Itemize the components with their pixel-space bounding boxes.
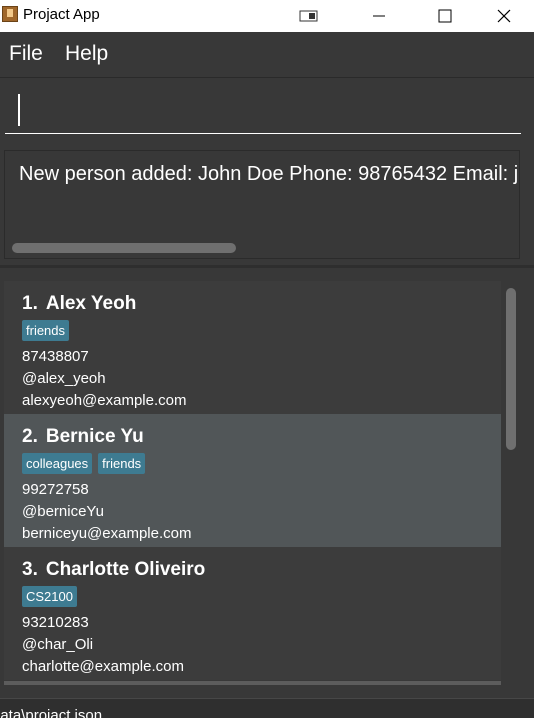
menu-file[interactable]: File: [9, 42, 43, 66]
person-handle: @berniceYu: [22, 503, 104, 520]
result-display: New person added: John Doe Phone: 987654…: [4, 150, 520, 259]
window-title: Projact App: [23, 6, 100, 23]
person-name-row: 1. Alex Yeoh: [22, 291, 501, 317]
person-index: 1.: [22, 293, 38, 314]
close-button[interactable]: [481, 0, 527, 32]
minimize-button[interactable]: [356, 0, 402, 32]
menu-bar: File Help: [0, 32, 534, 77]
snap-layout-icon: [299, 10, 318, 22]
tag: colleagues: [22, 453, 93, 474]
result-horizontal-scrollbar[interactable]: [12, 243, 236, 253]
tag: friends: [22, 320, 70, 341]
person-name: Bernice Yu: [45, 426, 144, 447]
person-name: Alex Yeoh: [45, 293, 137, 314]
close-icon: [497, 9, 511, 23]
command-input[interactable]: [5, 90, 521, 134]
person-phone: 99272758: [22, 481, 89, 498]
person-phone: 87438807: [22, 348, 89, 365]
list-vertical-scrollbar[interactable]: [504, 284, 518, 684]
person-index: 3.: [22, 559, 38, 580]
title-bar: Projact App: [0, 0, 534, 32]
tag: CS2100: [22, 586, 77, 607]
person-name-row: 2. Bernice Yu: [22, 424, 501, 450]
person-name-row: 3. Charlotte Oliveiro: [22, 557, 501, 583]
person-card[interactable]: 3. Charlotte Oliveiro CS2100 93210283 @ch…: [4, 547, 501, 680]
person-email: alexyeoh@example.com: [22, 392, 187, 409]
person-list-panel: 1. Alex Yeoh friends 87438807 @alex_yeoh …: [0, 268, 534, 698]
list-scroll-thumb[interactable]: [506, 288, 516, 450]
snap-layout-button[interactable]: [286, 0, 332, 32]
tag: friends: [98, 453, 146, 474]
list-horizontal-scrollbar[interactable]: [4, 681, 501, 685]
person-card[interactable]: 2. Bernice Yu colleagues friends 99272758 …: [4, 414, 501, 547]
tag-list: colleagues friends: [22, 453, 501, 479]
person-card[interactable]: 1. Alex Yeoh friends 87438807 @alex_yeoh …: [4, 281, 501, 414]
person-email: berniceyu@example.com: [22, 525, 192, 542]
maximize-button[interactable]: [422, 0, 468, 32]
save-location: data\projact.json: [0, 707, 103, 718]
person-list: 1. Alex Yeoh friends 87438807 @alex_yeoh …: [4, 281, 501, 686]
app-icon: [2, 6, 18, 22]
text-caret: [18, 94, 20, 126]
maximize-icon: [438, 9, 452, 23]
person-phone: 93210283: [22, 614, 89, 631]
person-email: charlotte@example.com: [22, 658, 184, 675]
minimize-icon: [373, 15, 385, 17]
person-index: 2.: [22, 426, 38, 447]
command-box: [0, 77, 534, 144]
person-handle: @char_Oli: [22, 636, 94, 653]
person-handle: @alex_yeoh: [22, 370, 106, 387]
person-name: Charlotte Oliveiro: [45, 559, 206, 580]
menu-help[interactable]: Help: [65, 42, 108, 66]
tag-list: friends: [22, 320, 501, 346]
tag-list: CS2100: [22, 586, 501, 612]
status-bar: data\projact.json: [0, 698, 534, 718]
result-message: New person added: John Doe Phone: 987654…: [19, 163, 519, 185]
